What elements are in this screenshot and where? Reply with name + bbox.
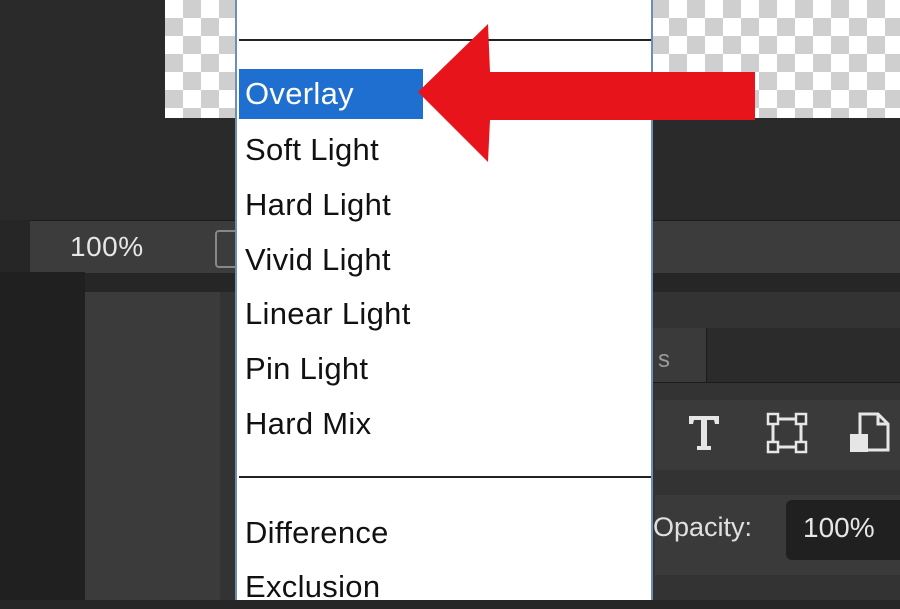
menu-item-pin-light[interactable]: Pin Light — [245, 347, 368, 391]
menu-item-linear-light[interactable]: Linear Light — [245, 292, 411, 336]
menu-item-exclusion[interactable]: Exclusion — [245, 565, 380, 609]
panel-tab-label: s — [658, 346, 670, 373]
menu-separator — [239, 476, 651, 478]
transform-icon[interactable] — [766, 412, 808, 454]
annotation-arrow-icon — [418, 24, 755, 162]
type-tool-icon[interactable] — [686, 412, 722, 452]
menu-item-soft-light[interactable]: Soft Light — [245, 128, 379, 172]
zoom-level[interactable]: 100% — [70, 231, 144, 263]
menu-item-vivid-light[interactable]: Vivid Light — [245, 238, 391, 282]
menu-item-hard-light[interactable]: Hard Light — [245, 183, 391, 227]
opacity-value[interactable]: 100% — [803, 512, 875, 544]
opacity-label: Opacity: — [653, 512, 753, 542]
left-dock — [0, 272, 85, 600]
smart-object-icon[interactable] — [848, 410, 890, 456]
menu-item-difference[interactable]: Difference — [245, 511, 389, 555]
menu-item-hard-mix[interactable]: Hard Mix — [245, 402, 371, 446]
side-panel — [85, 292, 221, 600]
menu-item-overlay[interactable]: Overlay — [245, 72, 354, 116]
